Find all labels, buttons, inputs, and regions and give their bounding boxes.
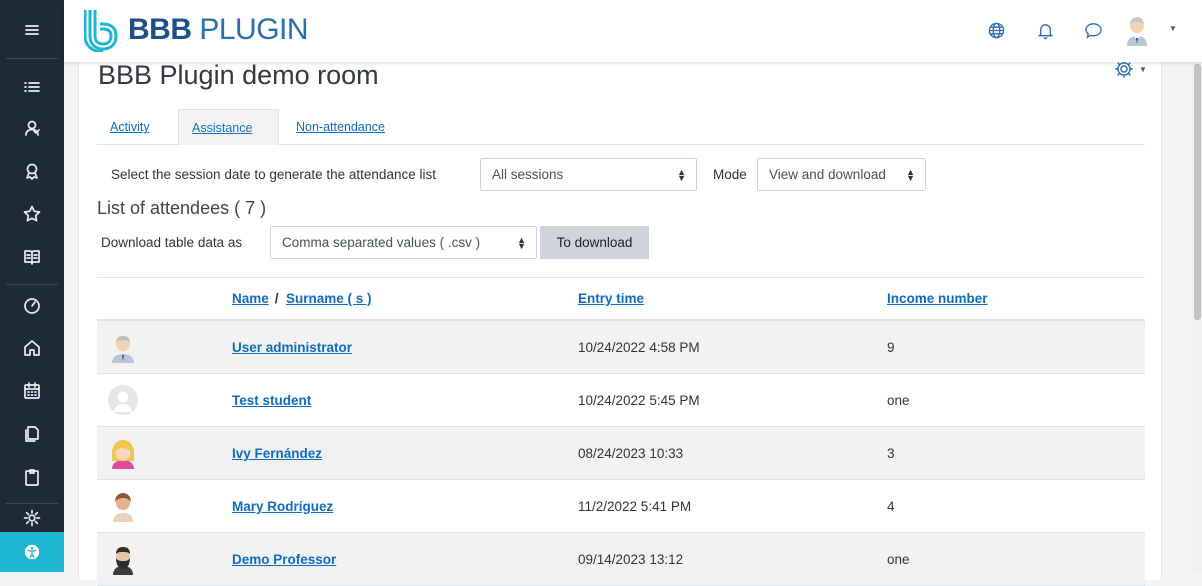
participants-icon[interactable] [0,108,64,148]
sidebar-divider [6,58,58,59]
files-icon[interactable] [0,414,64,454]
brand-logo[interactable]: BBB PLUGIN [84,6,309,54]
table-row: Mary Rodríguez 11/2/2022 5:41 PM 4 [97,480,1145,533]
mode-select[interactable]: View and download ▲ ▼ [757,158,926,191]
page-title: BBB Plugin demo room [98,60,379,90]
avatar [112,440,134,469]
menu-toggle-icon[interactable] [0,10,64,50]
user-menu-caret-icon[interactable]: ▼ [1169,24,1177,33]
session-date-label: Select the session date to generate the … [111,167,436,182]
user-avatar-menu[interactable] [1122,12,1152,46]
bbb-logo-icon [84,10,118,52]
scrollbar-thumb[interactable] [1194,64,1201,320]
income-number: one [887,552,910,567]
book-icon[interactable] [0,237,64,277]
avatar [113,547,133,575]
language-globe-icon[interactable] [984,18,1008,42]
tab-assistance[interactable]: Assistance [178,109,279,145]
entry-time: 08/24/2023 10:33 [578,446,684,461]
session-select-value: All sessions [492,167,564,182]
tab-activity[interactable]: Activity [97,109,163,145]
income-number: 9 [887,340,895,355]
settings-gear-icon[interactable] [0,505,64,531]
header-surname-link[interactable]: Surname ( s ) [286,291,372,306]
header-name-link[interactable]: Name [232,291,269,306]
income-number: 4 [887,499,895,514]
attendee-name-link[interactable]: Ivy Fernández [232,446,322,461]
left-sidebar [0,0,64,572]
select-caret-icon: ▲ ▼ [906,167,915,183]
sidebar-divider [6,503,58,504]
income-number: one [887,393,910,408]
header-income-number-link[interactable]: Income number [887,291,988,306]
table-row: Demo Professor 09/14/2023 13:12 one [97,533,1145,586]
top-navbar: BBB PLUGIN ▼ [64,0,1202,62]
tab-bar: Activity Assistance Non-attendance [97,109,1145,145]
header-separator: / [271,291,283,306]
avatar [112,336,134,363]
entry-time: 10/24/2022 4:58 PM [578,340,700,355]
clipboard-icon[interactable] [0,457,64,497]
home-icon[interactable] [0,328,64,368]
attendees-table: Name / Surname ( s ) Entry time Income n… [97,277,1145,586]
table-row: Test student 10/24/2022 5:45 PM one [97,374,1145,427]
select-caret-icon: ▲ ▼ [677,167,686,183]
entry-time: 11/2/2022 5:41 PM [578,499,692,514]
income-number: 3 [887,446,895,461]
header-entry-time-link[interactable]: Entry time [578,291,644,306]
badges-icon[interactable] [0,151,64,191]
notification-bell-icon[interactable] [1033,18,1057,42]
mode-label: Mode [713,167,747,182]
attendee-name-link[interactable]: Demo Professor [232,552,336,567]
attendees-heading: List of attendees ( 7 ) [97,198,267,218]
entry-time: 10/24/2022 5:45 PM [578,393,700,408]
session-select[interactable]: All sessions ▲ ▼ [480,158,697,191]
accessibility-button[interactable] [0,532,64,572]
mode-select-value: View and download [769,167,886,182]
attendee-name-link[interactable]: Test student [232,393,311,408]
chevron-down-icon: ▼ [1139,64,1147,74]
avatar [1127,17,1147,46]
download-button[interactable]: To download [540,226,649,259]
attendee-name-link[interactable]: User administrator [232,340,352,355]
entry-time: 09/14/2023 13:12 [578,552,684,567]
download-format-select[interactable]: Comma separated values ( .csv ) ▲ ▼ [270,226,537,259]
messages-chat-icon[interactable] [1081,18,1105,42]
attendee-name-link[interactable]: Mary Rodríguez [232,499,333,514]
download-format-label: Download table data as [101,235,243,250]
download-format-value: Comma separated values ( .csv ) [282,235,481,250]
brand-name: BBB PLUGIN [128,13,309,46]
table-row: User administrator 10/24/2022 4:58 PM 9 [97,321,1145,374]
calendar-icon[interactable] [0,371,64,411]
dashboard-icon[interactable] [0,285,64,325]
table-row: Ivy Fernández 08/24/2023 10:33 3 [97,427,1145,480]
select-caret-icon: ▲ ▼ [517,235,526,251]
table-header-row: Name / Surname ( s ) Entry time Income n… [97,278,1145,321]
accessibility-icon [24,544,40,560]
avatar [108,385,138,415]
tab-non-attendance[interactable]: Non-attendance [283,109,398,145]
star-icon[interactable] [0,194,64,234]
list-icon[interactable] [0,67,64,107]
avatar [113,493,133,522]
